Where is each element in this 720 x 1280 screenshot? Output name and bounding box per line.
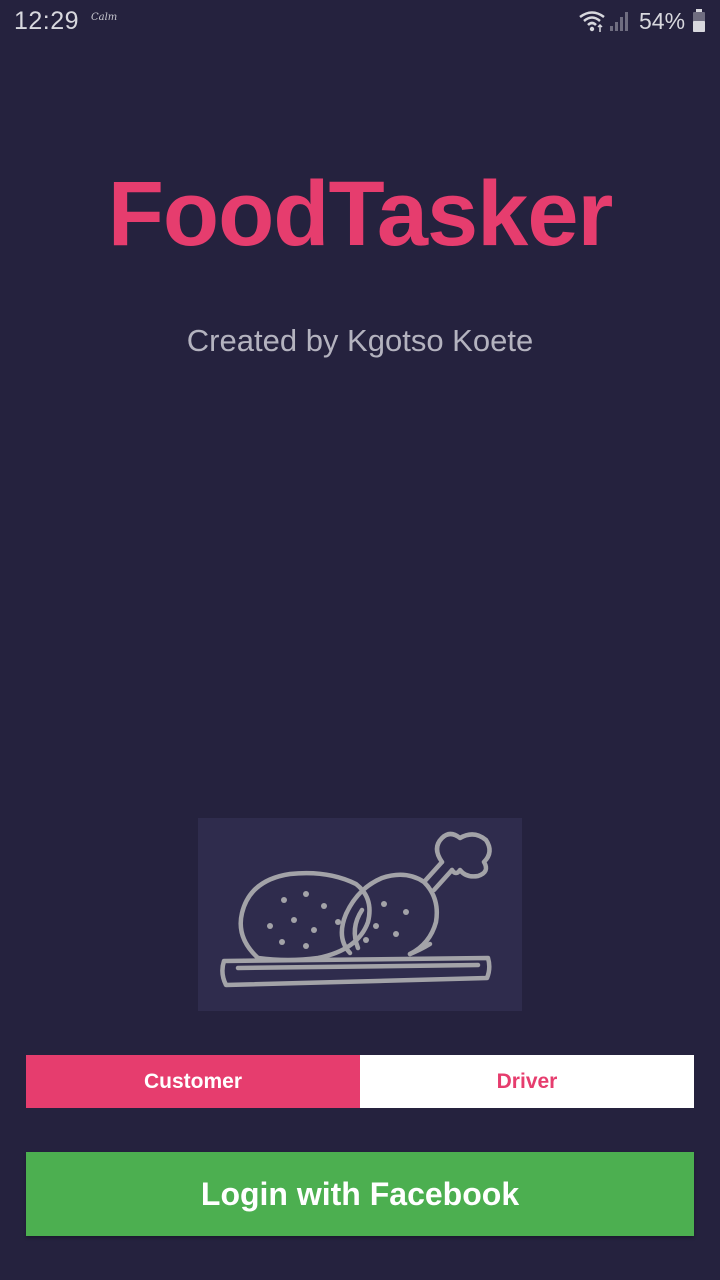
login-facebook-button[interactable]: Login with Facebook — [26, 1152, 694, 1236]
segment-customer[interactable]: Customer — [26, 1055, 360, 1108]
segment-driver[interactable]: Driver — [360, 1055, 694, 1108]
status-time: 12:29 — [14, 7, 80, 35]
status-notification-text: Calm — [91, 12, 118, 23]
wifi-icon — [578, 9, 606, 38]
battery-percent: 54% — [639, 8, 686, 34]
status-bar: 12:29 Calm 54% — [0, 0, 720, 44]
role-selector: Customer Driver — [26, 1055, 694, 1108]
battery-icon — [692, 9, 706, 38]
roast-chicken-icon — [198, 818, 522, 1011]
app-subtitle: Created by Kgotso Koete — [186, 323, 534, 358]
app-title: FoodTasker — [107, 163, 614, 265]
signal-icon — [609, 10, 631, 37]
